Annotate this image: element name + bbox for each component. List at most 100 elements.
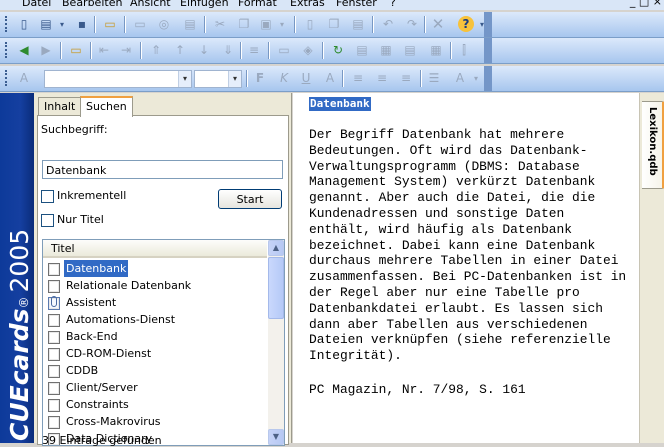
open-dropdown-icon[interactable]: ▾: [54, 16, 70, 32]
toolbar-separator: [204, 16, 206, 33]
text-color-dropdown-icon[interactable]: ▾: [468, 70, 484, 86]
paste-dropdown-icon[interactable]: ▾: [274, 16, 290, 32]
page-icon: [48, 348, 60, 361]
save-icon[interactable]: ▪: [74, 16, 90, 32]
open-file-icon[interactable]: ▭: [102, 16, 118, 32]
move-up-icon[interactable]: ↑: [172, 42, 188, 58]
list-item[interactable]: Assistent: [45, 294, 267, 311]
list-item[interactable]: Back-End: [45, 328, 267, 345]
style-icon[interactable]: A: [16, 70, 32, 86]
chevron-down-icon[interactable]: ▾: [228, 71, 241, 87]
menu-einfuegen[interactable]: Einfügen: [180, 0, 229, 9]
font-color-icon[interactable]: A: [322, 70, 338, 86]
properties-icon[interactable]: ▦: [378, 42, 394, 58]
page-icon: [48, 365, 60, 378]
card-list-icon[interactable]: ▤: [354, 42, 370, 58]
copy-icon[interactable]: ❐: [236, 16, 252, 32]
toolbar-separator: [268, 42, 270, 59]
tab-inhalt[interactable]: Inhalt: [38, 97, 82, 116]
refresh-icon[interactable]: ↻: [330, 42, 346, 58]
scroll-thumb[interactable]: [268, 257, 284, 319]
column-header-titel[interactable]: Titel: [43, 240, 267, 258]
font-name-combo[interactable]: ▾: [44, 70, 192, 88]
attachment-icon: [48, 296, 60, 310]
bold-icon[interactable]: F: [252, 70, 268, 86]
tab-suchen[interactable]: Suchen: [80, 96, 133, 117]
start-button[interactable]: Start: [218, 189, 282, 209]
article-view[interactable]: Datenbank Der Begriff Datenbank hat mehr…: [293, 93, 640, 443]
list-item[interactable]: Cross-Makrovirus: [45, 413, 267, 430]
export-icon[interactable]: ◈: [300, 42, 316, 58]
results-count: 39 Einträge gefunden: [42, 434, 162, 447]
table-icon[interactable]: ▦: [428, 42, 444, 58]
text-color-icon[interactable]: A: [452, 70, 468, 86]
align-left-icon[interactable]: ≡: [350, 70, 366, 86]
open-folder-icon[interactable]: ▤: [38, 16, 54, 32]
print-preview-icon[interactable]: ◎: [156, 16, 172, 32]
underline-icon[interactable]: U: [298, 70, 314, 86]
align-right-icon[interactable]: ≡: [398, 70, 414, 86]
menu-format[interactable]: Format: [238, 0, 277, 9]
font-size-combo[interactable]: ▾: [194, 70, 242, 88]
print-icon[interactable]: ▭: [132, 16, 148, 32]
paste-icon[interactable]: ▣: [258, 16, 274, 32]
menu-datei[interactable]: Datei: [22, 0, 51, 9]
title-only-checkbox[interactable]: [41, 214, 54, 227]
menu-fenster[interactable]: Fenster: [336, 0, 377, 9]
toolbar-separator: [60, 42, 62, 59]
list-item[interactable]: CD-ROM-Dienst: [45, 345, 267, 362]
redo-icon[interactable]: ↷: [404, 16, 420, 32]
list-item[interactable]: Relationale Datenbank: [45, 277, 267, 294]
search-panel: Inhalt Suchen Suchbegriff: Datenbank Ink…: [34, 93, 292, 447]
move-bottom-icon[interactable]: ⇓: [220, 42, 236, 58]
scroll-up-icon[interactable]: ▲: [268, 240, 284, 256]
menu-bearbeiten[interactable]: Bearbeiten: [62, 0, 122, 9]
toolbar-separator: [294, 16, 296, 33]
delete-icon[interactable]: ✕: [430, 15, 446, 33]
incremental-checkbox[interactable]: [41, 190, 54, 203]
toolbar-separator: [90, 42, 92, 59]
menu-help[interactable]: ?: [390, 0, 396, 9]
card-properties-icon[interactable]: ▤: [350, 16, 366, 32]
copy-card-icon[interactable]: ❐: [326, 16, 342, 32]
attachment-icon[interactable]: ⫿: [456, 42, 472, 58]
toolbar-grip[interactable]: [5, 42, 11, 58]
print-card-icon[interactable]: ▭: [276, 42, 292, 58]
list-item[interactable]: Datenbank: [45, 260, 267, 277]
results-scrollbar[interactable]: ▲ ▼: [268, 240, 284, 445]
chevron-down-icon[interactable]: ▾: [178, 71, 191, 87]
italic-icon[interactable]: K: [276, 70, 292, 86]
back-arrow-icon[interactable]: ◀: [16, 42, 32, 58]
list-item[interactable]: Automations-Dienst: [45, 311, 267, 328]
search-input[interactable]: Datenbank: [42, 160, 283, 179]
menu-extras[interactable]: Extras: [290, 0, 325, 9]
bullet-list-icon[interactable]: ☰: [426, 70, 442, 86]
menu-ansicht[interactable]: Ansicht: [130, 0, 171, 9]
sort-icon[interactable]: ≡: [246, 42, 262, 58]
toolbar-options[interactable]: [484, 12, 492, 37]
list-item[interactable]: CDDB: [45, 362, 267, 379]
toolbar-options[interactable]: [484, 38, 492, 63]
align-center-icon[interactable]: ≡: [374, 70, 390, 86]
insert-card-after-icon[interactable]: ⇥: [118, 42, 134, 58]
new-document-icon[interactable]: ▯: [16, 16, 32, 32]
undo-icon[interactable]: ↶: [380, 16, 396, 32]
list-item[interactable]: Constraints: [45, 396, 267, 413]
move-top-icon[interactable]: ⇑: [148, 42, 164, 58]
help-icon[interactable]: ?: [458, 16, 474, 32]
insert-card-before-icon[interactable]: ⇤: [96, 42, 112, 58]
folder-icon[interactable]: ▭: [68, 42, 84, 58]
cut-icon[interactable]: ✂: [212, 16, 228, 32]
tab-lexikon[interactable]: Lexikon.qdb: [642, 101, 664, 189]
toolbar-options[interactable]: [484, 66, 492, 91]
spellcheck-icon[interactable]: ▤: [182, 16, 198, 32]
list-item[interactable]: Client/Server: [45, 379, 267, 396]
toolbar-grip[interactable]: [5, 70, 11, 86]
reports-icon[interactable]: ▤: [402, 42, 418, 58]
forward-arrow-icon[interactable]: ▶: [38, 42, 54, 58]
move-down-icon[interactable]: ↓: [196, 42, 212, 58]
window-controls[interactable]: _ □ ×: [630, 0, 662, 8]
new-card-icon[interactable]: ▯: [302, 16, 318, 32]
toolbar-grip[interactable]: [5, 16, 11, 32]
database-tab-rail: Lexikon.qdb: [639, 93, 664, 443]
